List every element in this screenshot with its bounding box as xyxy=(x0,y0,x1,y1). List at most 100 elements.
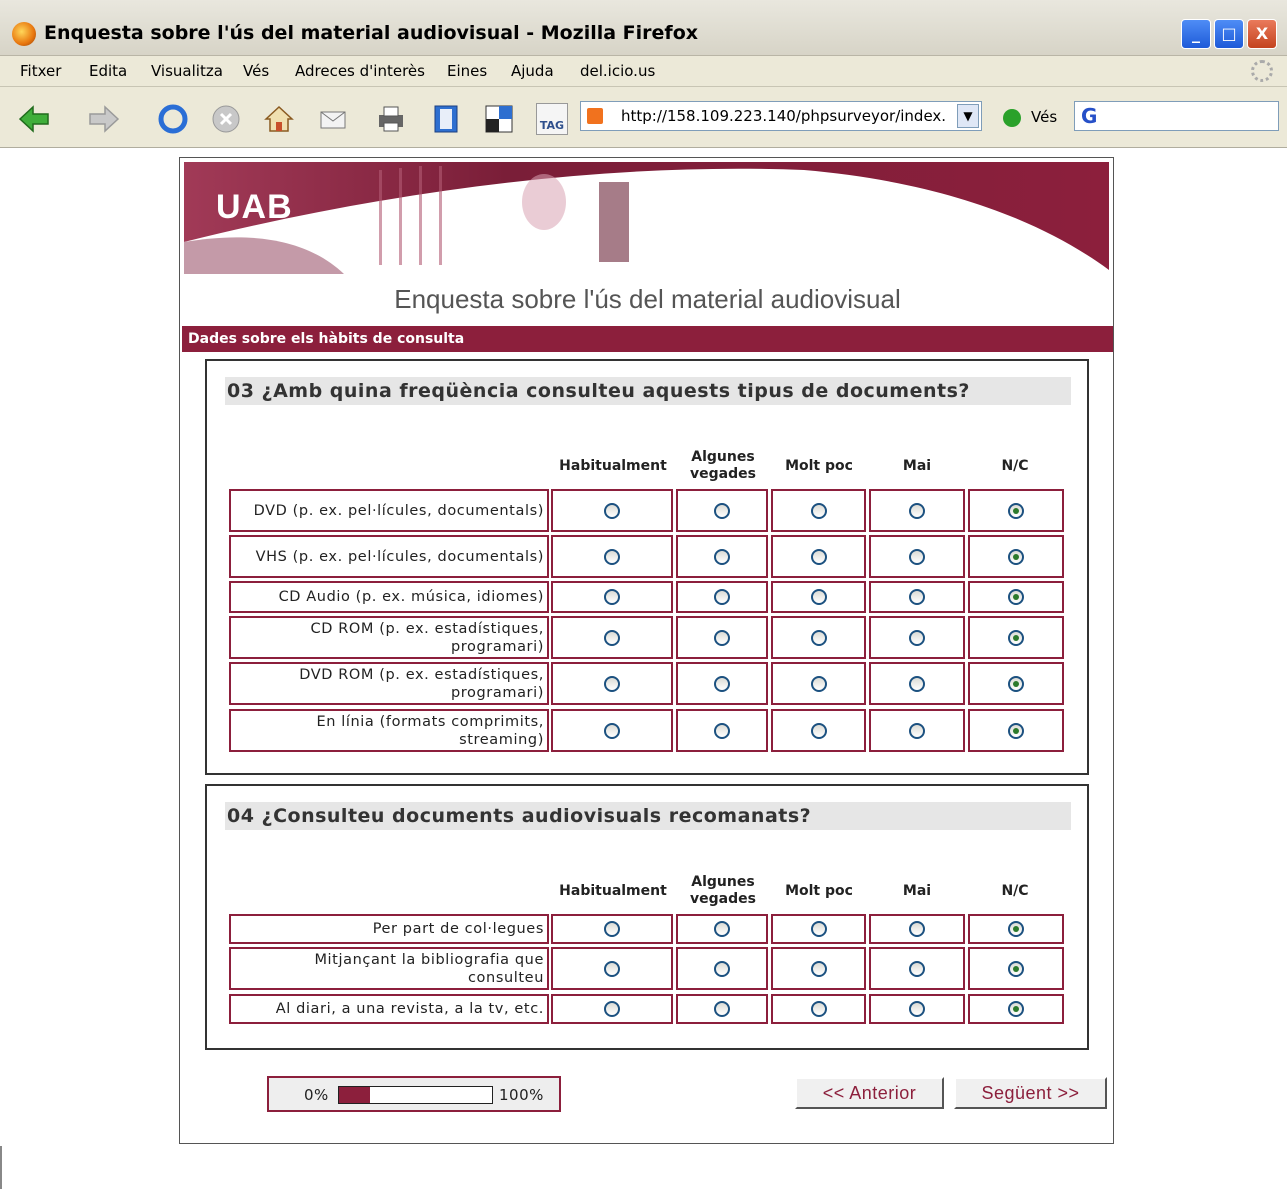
url-dropdown-icon[interactable]: ▼ xyxy=(957,104,979,128)
close-button[interactable]: X xyxy=(1247,19,1277,49)
menu-delicious[interactable]: del.icio.us xyxy=(580,62,655,80)
layout-icon[interactable] xyxy=(483,103,515,135)
question-header: 04 ¿Consulteu documents audiovisuals rec… xyxy=(225,802,1071,830)
radio-nc[interactable] xyxy=(1008,548,1024,565)
radio-molt-poc[interactable] xyxy=(810,548,827,565)
url-text[interactable]: http://158.109.223.140/phpsurveyor/index… xyxy=(621,107,946,125)
menu-eines[interactable]: Eines xyxy=(447,62,487,80)
radio-mai[interactable] xyxy=(909,921,925,937)
answer-row-label: VHS (p. ex. pel·lícules, documentals) xyxy=(255,548,544,565)
column-header-nc: N/C xyxy=(1001,458,1029,474)
print-icon[interactable] xyxy=(375,103,407,135)
stop-icon[interactable] xyxy=(210,103,242,135)
answer-cell-mai xyxy=(869,994,965,1024)
radio-nc[interactable] xyxy=(1008,722,1024,739)
answer-row: Mitjançant la bibliografia que consulteu xyxy=(229,947,1069,990)
menu-bar: Fitxer Edita Visualitza Vés Adreces d'in… xyxy=(0,56,1287,87)
radio-mai[interactable] xyxy=(909,722,925,739)
minimize-button[interactable]: _ xyxy=(1181,19,1211,49)
radio-molt-poc[interactable] xyxy=(810,629,827,646)
forward-arrow-icon[interactable] xyxy=(88,103,120,135)
section-header: Dades sobre els hàbits de consulta xyxy=(182,326,1113,352)
radio-habitualment[interactable] xyxy=(604,629,620,646)
answer-cell-habitualment xyxy=(551,914,673,944)
progress-bar xyxy=(338,1086,493,1104)
answer-cell-mai xyxy=(869,914,965,944)
radio-nc[interactable] xyxy=(1008,1001,1024,1017)
answer-cell-nc xyxy=(968,535,1064,578)
radio-habitualment[interactable] xyxy=(604,1001,620,1017)
answer-cell-molt-poc xyxy=(771,489,866,532)
radio-mai[interactable] xyxy=(909,502,925,519)
answer-row-label: DVD ROM (p. ex. estadístiques, programar… xyxy=(299,666,544,701)
radio-molt-poc[interactable] xyxy=(810,921,827,937)
bookmarks-icon[interactable] xyxy=(430,103,462,135)
radio-molt-poc[interactable] xyxy=(810,589,827,605)
answer-cell-habitualment xyxy=(551,662,673,705)
answer-cell-algunes-vegades xyxy=(676,489,768,532)
go-button-label[interactable]: Vés xyxy=(1031,108,1057,126)
go-icon[interactable] xyxy=(1003,109,1021,127)
radio-molt-poc[interactable] xyxy=(810,960,827,977)
reload-icon[interactable] xyxy=(157,103,189,135)
radio-molt-poc[interactable] xyxy=(810,1001,827,1017)
radio-nc[interactable] xyxy=(1008,960,1024,977)
radio-molt-poc[interactable] xyxy=(810,722,827,739)
menu-adreces[interactable]: Adreces d'interès xyxy=(295,62,425,80)
tag-icon[interactable]: TAG xyxy=(536,103,568,135)
radio-algunes-vegades[interactable] xyxy=(714,960,730,977)
menu-visualitza[interactable]: Visualitza xyxy=(151,62,223,80)
mail-icon[interactable] xyxy=(318,103,350,135)
column-header-nc: N/C xyxy=(1001,883,1029,899)
radio-habitualment[interactable] xyxy=(604,960,620,977)
radio-habitualment[interactable] xyxy=(604,548,620,565)
radio-algunes-vegades[interactable] xyxy=(714,675,730,692)
back-arrow-icon[interactable] xyxy=(18,103,50,135)
radio-algunes-vegades[interactable] xyxy=(714,589,730,605)
answer-cell-mai xyxy=(869,709,965,752)
answer-row-label: CD ROM (p. ex. estadístiques, programari… xyxy=(310,620,544,655)
radio-nc[interactable] xyxy=(1008,629,1024,646)
radio-nc[interactable] xyxy=(1008,675,1024,692)
google-search-box[interactable]: G xyxy=(1074,101,1279,131)
menu-fitxer[interactable]: Fitxer xyxy=(20,62,61,80)
radio-algunes-vegades[interactable] xyxy=(714,548,730,565)
previous-button[interactable]: << Anterior xyxy=(795,1077,944,1109)
radio-molt-poc[interactable] xyxy=(810,502,827,519)
radio-algunes-vegades[interactable] xyxy=(714,722,730,739)
menu-ajuda[interactable]: Ajuda xyxy=(511,62,554,80)
radio-mai[interactable] xyxy=(909,960,925,977)
radio-mai[interactable] xyxy=(909,548,925,565)
radio-mai[interactable] xyxy=(909,629,925,646)
radio-habitualment[interactable] xyxy=(604,722,620,739)
next-button[interactable]: Següent >> xyxy=(954,1077,1107,1109)
radio-algunes-vegades[interactable] xyxy=(714,921,730,937)
answer-cell-habitualment xyxy=(551,489,673,532)
radio-nc[interactable] xyxy=(1008,502,1024,519)
answer-cell-molt-poc xyxy=(771,994,866,1024)
url-bar[interactable]: http://158.109.223.140/phpsurveyor/index… xyxy=(580,101,982,131)
radio-algunes-vegades[interactable] xyxy=(714,629,730,646)
menu-edita[interactable]: Edita xyxy=(89,62,127,80)
radio-mai[interactable] xyxy=(909,589,925,605)
radio-habitualment[interactable] xyxy=(604,675,620,692)
radio-habitualment[interactable] xyxy=(604,502,620,519)
column-header-molt-poc: Molt poc xyxy=(785,458,853,474)
radio-algunes-vegades[interactable] xyxy=(714,502,730,519)
window-titlebar[interactable]: Enquesta sobre l'ús del material audiovi… xyxy=(0,0,1287,56)
radio-habitualment[interactable] xyxy=(604,589,620,605)
radio-nc[interactable] xyxy=(1008,589,1024,605)
answer-row: En línia (formats comprimits, streaming) xyxy=(229,709,1069,752)
radio-mai[interactable] xyxy=(909,1001,925,1017)
radio-nc[interactable] xyxy=(1008,921,1024,937)
menu-ves[interactable]: Vés xyxy=(243,62,269,80)
radio-molt-poc[interactable] xyxy=(810,675,827,692)
maximize-button[interactable]: □ xyxy=(1214,19,1244,49)
radio-mai[interactable] xyxy=(909,675,925,692)
radio-habitualment[interactable] xyxy=(604,921,620,937)
answer-cell-algunes-vegades xyxy=(676,616,768,659)
radio-algunes-vegades[interactable] xyxy=(714,1001,730,1017)
column-header-algunes-vegades: Algunes vegades xyxy=(690,874,756,907)
google-logo-icon: G xyxy=(1081,104,1098,128)
home-icon[interactable] xyxy=(263,103,295,135)
